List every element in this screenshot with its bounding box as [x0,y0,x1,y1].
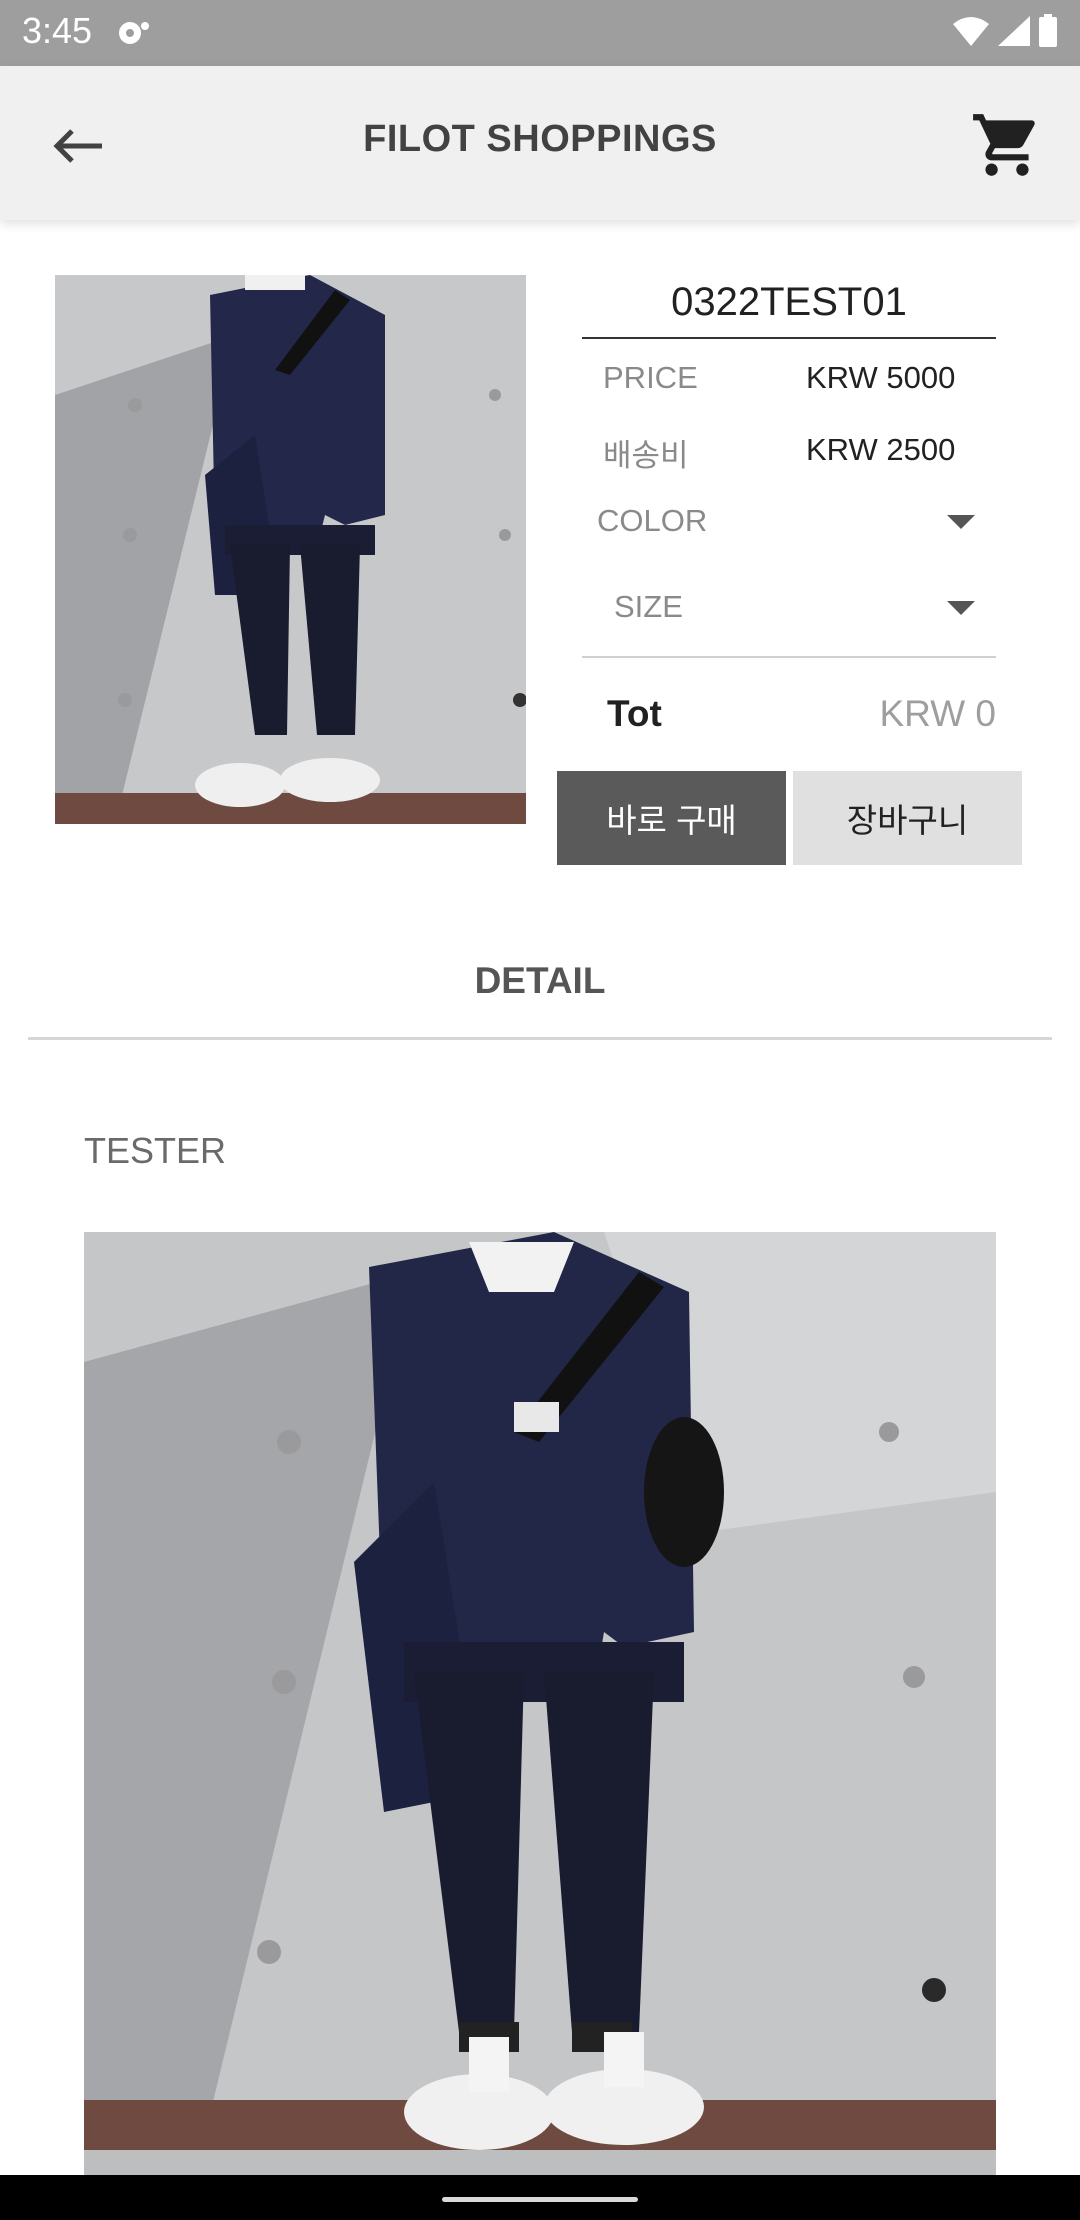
cart-icon [973,114,1035,176]
color-select-label: COLOR [597,503,708,538]
product-name: 0322TEST01 [671,280,907,324]
product-name-underline [582,337,996,339]
detail-text: TESTER [84,1130,227,1171]
total-value: KRW 0 [879,693,996,734]
detail-divider [28,1037,1052,1040]
status-bar: 3:45 [0,0,1080,66]
detail-heading: DETAIL [474,960,606,1001]
status-icons [951,14,1060,53]
price-label: PRICE [603,360,698,395]
shipping-value: KRW 2500 [806,432,956,467]
notification-icon [119,22,149,44]
dropdown-arrow-icon [947,515,975,529]
buy-now-button[interactable]: 바로 구매 [557,771,786,865]
status-time: 3:45 [22,10,93,51]
total-label: Tot [607,693,662,734]
home-gesture-handle[interactable] [442,2197,638,2202]
wifi-icon [953,17,990,46]
price-value: KRW 5000 [806,360,956,395]
size-select-label: SIZE [614,589,683,624]
app-bar: FILOT SHOPPINGS [0,66,1080,220]
add-to-cart-button[interactable]: 장바구니 [793,771,1022,865]
shipping-label: 배송비 [603,438,689,473]
options-divider [582,656,996,658]
dropdown-arrow-icon [947,601,975,615]
detail-image [84,1232,996,2180]
signal-icon [997,16,1030,46]
app-title: FILOT SHOPPINGS [363,118,717,160]
product-thumbnail-image [55,275,526,824]
battery-icon [1039,14,1057,47]
cart-button[interactable] [970,108,1044,182]
